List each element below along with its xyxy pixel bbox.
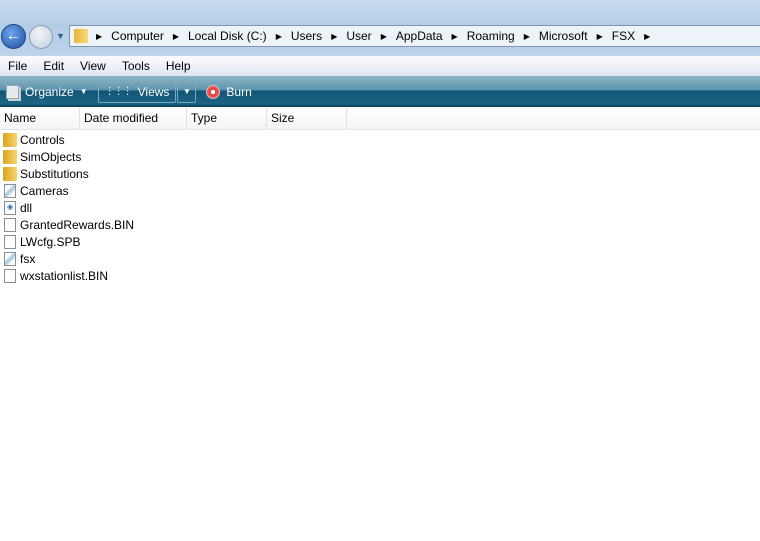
file-name: Controls [20,132,65,147]
breadcrumb-item[interactable]: Roaming [467,29,515,43]
burn-button[interactable]: Burn [200,81,257,103]
chevron-right-icon[interactable]: ▶ [331,32,337,41]
file-icon: ◉ [4,200,16,215]
file-icon [4,251,16,266]
file-name: wxstationlist.BIN [20,268,109,283]
menu-help[interactable]: Help [158,59,199,73]
file-icon [4,217,16,232]
file-name: fsx [20,251,36,266]
organize-button[interactable]: Organize ▼ [0,81,94,103]
menu-bar: File Edit View Tools Help [0,56,760,76]
list-item[interactable]: Controls [0,131,134,148]
chevron-right-icon[interactable]: ▶ [597,32,603,41]
address-bar[interactable]: ▶ Computer ▶ Local Disk (C:) ▶ Users ▶ User ▶ Ap… [69,25,760,47]
breadcrumb-item[interactable]: Local Disk (C:) [188,29,267,43]
breadcrumb-item[interactable]: Microsoft [539,29,588,43]
menu-edit[interactable]: Edit [35,59,72,73]
views-button[interactable]: ⋮⋮⋮ Views [97,80,177,103]
chevron-right-icon[interactable]: ▶ [381,32,387,41]
chevron-right-icon[interactable]: ▶ [96,32,102,41]
file-name: Cameras [20,183,69,198]
chevron-right-icon[interactable]: ▶ [452,32,458,41]
list-item[interactable]: Cameras [0,182,134,199]
file-name: LWcfg.SPB [20,234,81,249]
column-date-modified[interactable]: Date modified [80,108,187,129]
file-name: dll [20,200,33,215]
file-name: Substitutions [20,166,89,181]
column-size[interactable]: Size [267,108,347,129]
column-type[interactable]: Type [187,108,267,129]
folder-icon [3,132,17,147]
breadcrumb-item[interactable]: FSX [612,29,635,43]
list-item[interactable]: LWcfg.SPB [0,233,134,250]
breadcrumb-item[interactable]: AppData [396,29,443,43]
command-bar: Organize ▼ ⋮⋮⋮ Views ▼ Burn [0,76,760,107]
breadcrumb-item[interactable]: User [346,29,371,43]
views-label: Views [137,84,170,99]
chevron-right-icon[interactable]: ▶ [276,32,282,41]
folder-icon [3,149,17,164]
file-list: Controls SimObjects Substitutions Cameras ◉ d… [0,131,134,284]
file-name: GrantedRewards.BIN [20,217,135,232]
views-icon: ⋮⋮⋮ [104,86,133,97]
back-arrow-icon: ← [5,27,22,44]
list-item[interactable]: fsx [0,250,134,267]
list-item[interactable]: GrantedRewards.BIN [0,216,134,233]
back-button[interactable]: ← [1,24,26,49]
chevron-right-icon[interactable]: ▶ [173,32,179,41]
breadcrumb-item[interactable]: Computer [111,29,164,43]
column-name[interactable]: Name [0,108,80,129]
chevron-down-icon: ▼ [182,87,191,96]
menu-view[interactable]: View [72,59,114,73]
organize-label: Organize [25,84,74,99]
chevron-right-icon[interactable]: ▶ [644,32,650,41]
list-item[interactable]: ◉ dll [0,199,134,216]
file-name: SimObjects [20,149,82,164]
list-item[interactable]: wxstationlist.BIN [0,267,134,284]
organize-icon [6,84,19,99]
folder-icon [74,29,88,43]
views-dropdown[interactable]: ▼ [177,80,197,103]
breadcrumb-item[interactable]: Users [291,29,322,43]
menu-file[interactable]: File [0,59,35,73]
recent-pages-dropdown[interactable]: ▼ [56,31,65,41]
list-item[interactable]: Substitutions [0,165,134,182]
chevron-right-icon[interactable]: ▶ [524,32,530,41]
forward-button[interactable] [29,25,53,49]
file-icon [4,268,16,283]
folder-icon [3,166,17,181]
column-header: Name Date modified Type Size [0,108,760,130]
burn-disc-icon [206,84,221,99]
file-icon [4,183,16,198]
chevron-down-icon: ▼ [79,87,88,96]
menu-tools[interactable]: Tools [114,59,158,73]
burn-label: Burn [226,84,252,99]
file-icon [4,234,16,249]
list-item[interactable]: SimObjects [0,148,134,165]
